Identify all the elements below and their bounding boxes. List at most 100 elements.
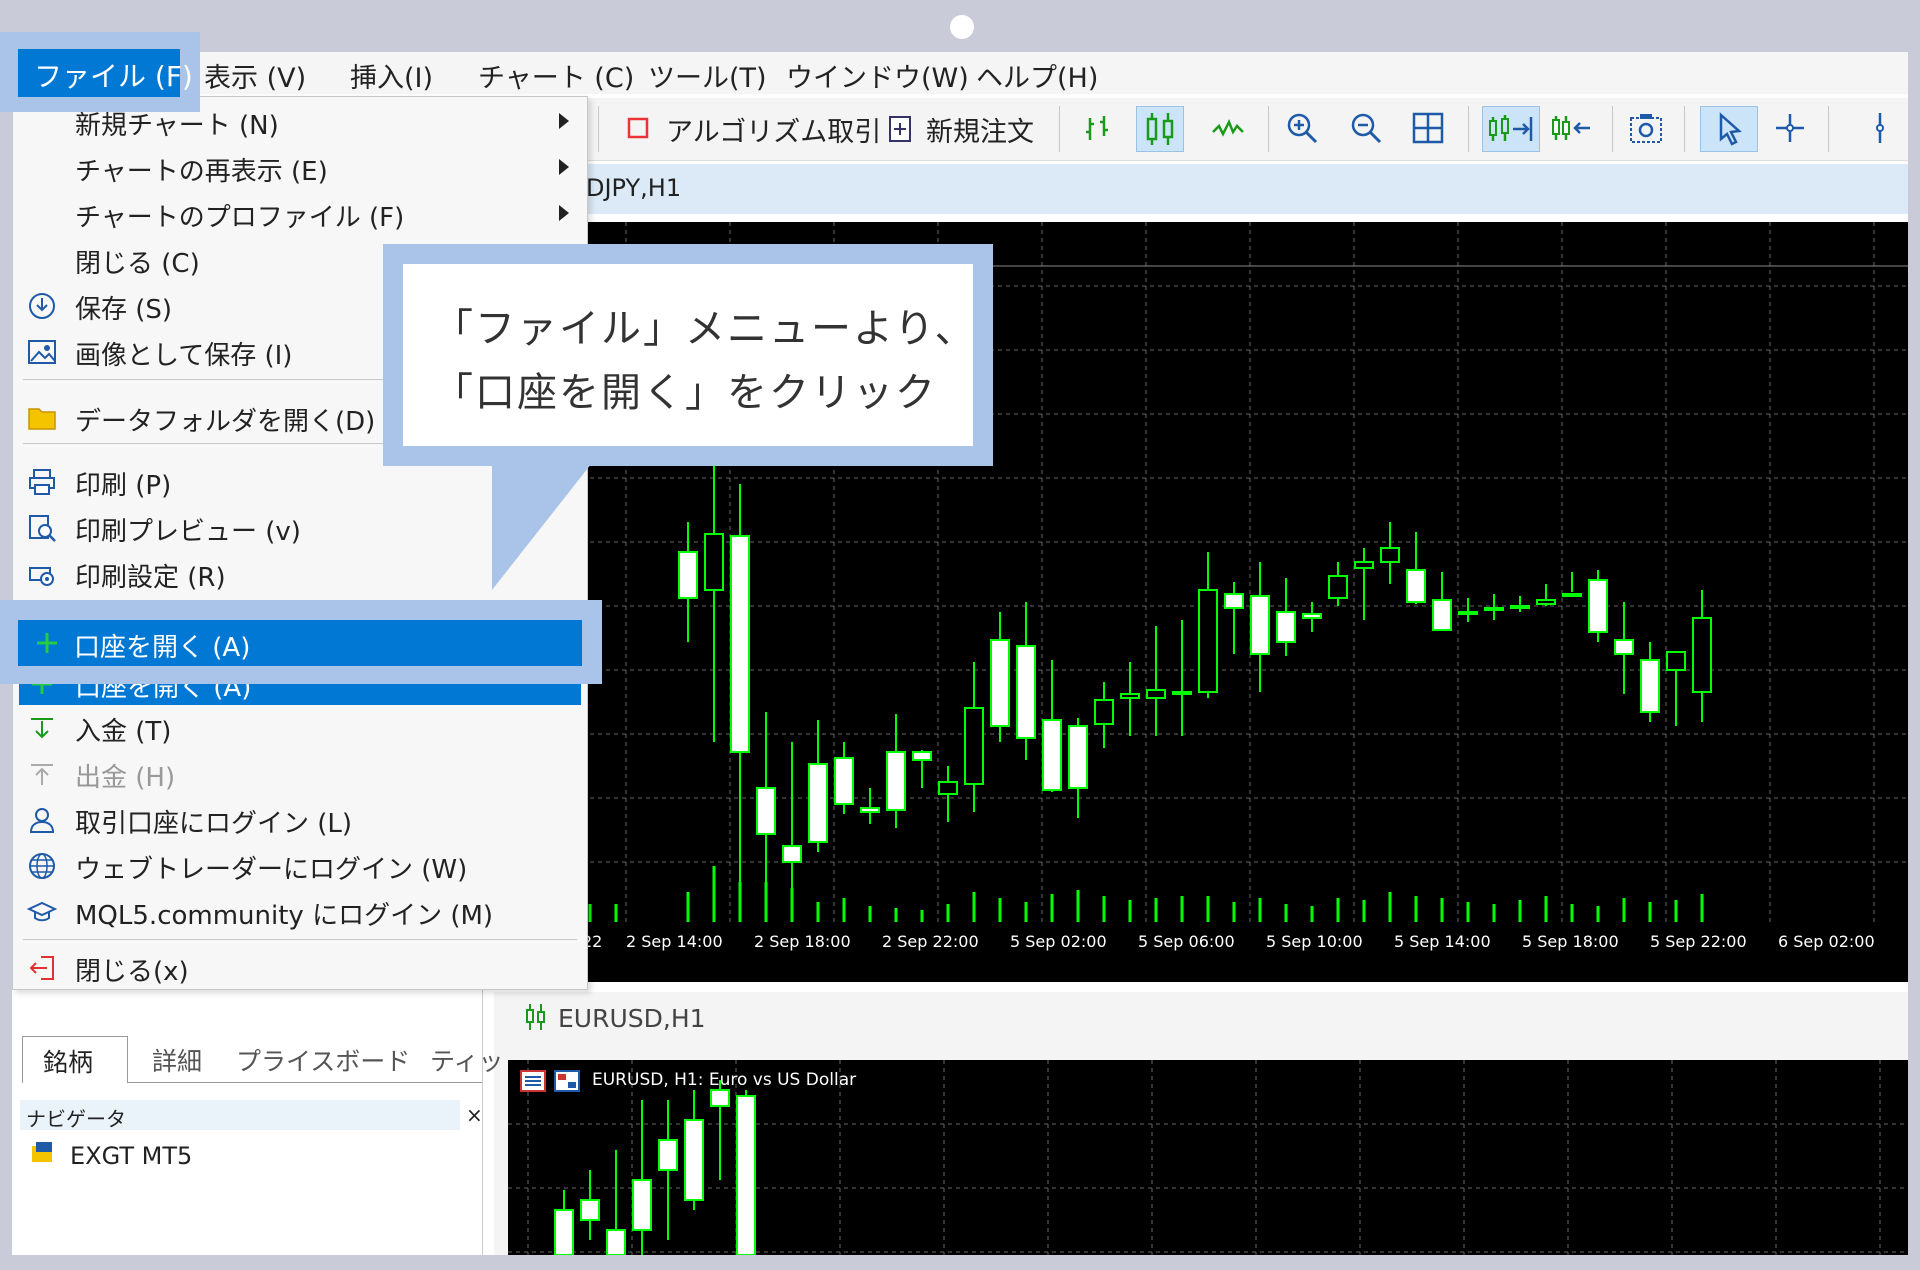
time-axis-label: 5 Sep 10:00	[1266, 932, 1363, 951]
candle-body	[554, 1209, 574, 1255]
menu-item-label: MQL5.community にログイン (M)	[75, 901, 494, 931]
tile-windows-icon[interactable]	[1410, 110, 1446, 146]
market-watch-panel: 銘柄 詳細 プライスボード ティッ ナビゲータ × EXGT MT5	[12, 972, 504, 1255]
submenu-arrow-icon	[559, 113, 569, 129]
toolbar-separator	[598, 106, 599, 152]
menu-item-refresh-chart[interactable]: チャートの再表示 (E)	[13, 145, 587, 189]
exit-icon	[29, 956, 54, 980]
tab-details[interactable]: 詳細	[152, 1042, 202, 1078]
chart-symbol-title: EURUSD,H1	[558, 1004, 706, 1033]
tab-label: 銘柄	[43, 1048, 94, 1077]
time-axis-label: 6 Sep 02:00	[1778, 932, 1875, 951]
vertical-line-icon[interactable]	[1862, 110, 1898, 146]
candle-body	[990, 639, 1010, 727]
menu-help[interactable]: ヘルプ(H)	[976, 56, 1098, 95]
zoom-in-icon[interactable]	[1284, 110, 1320, 146]
chart-symbol-title: DJPY,H1	[586, 174, 682, 202]
toolbar-separator	[1684, 106, 1685, 152]
line-chart-icon[interactable]	[1210, 110, 1246, 146]
candle-body	[782, 845, 802, 863]
menu-item-label: 印刷設定 (R)	[75, 563, 226, 593]
candle-body	[1094, 699, 1114, 725]
candle-body	[730, 535, 750, 753]
menu-item-label: 入金 (T)	[75, 717, 172, 747]
deposit-icon	[31, 718, 53, 739]
menu-window[interactable]: ウインドウ(W)	[786, 56, 969, 95]
auto-scroll-icon[interactable]	[1482, 106, 1540, 152]
time-axis-label: 5 Sep 06:00	[1138, 932, 1235, 951]
candle-body	[1016, 645, 1036, 739]
menu-item-open-account-highlight[interactable]: 口座を開く (A)	[18, 620, 582, 666]
menu-item-deposit[interactable]: 入金 (T)	[13, 705, 587, 749]
candle-body	[1562, 593, 1582, 597]
menu-item-chart-profiles[interactable]: チャートのプロファイル (F)	[13, 191, 587, 235]
candle-body	[1302, 613, 1322, 619]
menu-item-login-mql5[interactable]: MQL5.community にログイン (M)	[13, 889, 587, 933]
candle-body	[1432, 599, 1452, 631]
zoom-out-icon[interactable]	[1348, 110, 1384, 146]
cursor-icon[interactable]	[1700, 106, 1758, 152]
callout-text-line2: 「口座を開く」をクリック	[433, 370, 937, 416]
time-axis-label: 5 Sep 02:00	[1010, 932, 1107, 951]
menu-file-active[interactable]: ファイル (F)	[18, 49, 193, 97]
menu-chart[interactable]: チャート (C)	[478, 56, 634, 95]
candle-body	[1328, 575, 1348, 599]
menu-item-label: 口座を開く (A)	[74, 633, 251, 663]
candle-body	[1692, 617, 1712, 693]
broker-icon	[32, 1142, 52, 1162]
bar-chart-icon[interactable]	[1080, 110, 1116, 146]
chart-window-title[interactable]: DJPY,H1	[586, 164, 1908, 214]
menu-bar: ファイル (F) 表示 (V) 挿入(I) チャート (C) ツール(T) ウイ…	[12, 52, 1908, 94]
menu-item-label: 印刷 (P)	[75, 471, 172, 501]
navigator-root[interactable]: EXGT MT5	[70, 1142, 192, 1170]
tab-symbols[interactable]: 銘柄	[22, 1036, 128, 1083]
menu-item-label: 閉じる(x)	[75, 957, 189, 987]
callout-text-line1: 「ファイル」メニューより、	[433, 306, 977, 352]
plus-icon	[37, 633, 57, 653]
price-chart[interactable]: EURUSD, H1: Euro vs US Dollar	[508, 1060, 1908, 1255]
algo-trading-button[interactable]: アルゴリズム取引	[666, 110, 881, 149]
candle-body	[1380, 547, 1400, 563]
candlestick-icon[interactable]	[1136, 106, 1184, 152]
menu-item-label: 閉じる (C)	[75, 249, 200, 279]
menu-item-label: チャートのプロファイル (F)	[75, 203, 405, 233]
candle-body	[834, 757, 854, 805]
printer-icon	[29, 469, 55, 495]
tab-price-board[interactable]: プライスボード	[236, 1042, 410, 1078]
menu-item-login-webtrader[interactable]: ウェブトレーダーにログイン (W)	[13, 843, 587, 887]
navigator-close-button[interactable]: ×	[466, 1103, 483, 1127]
image-icon	[28, 340, 56, 364]
menu-item-label: 取引口座にログイン (L)	[75, 809, 353, 839]
menu-item-withdraw: 出金 (H)	[13, 751, 587, 795]
menu-tools[interactable]: ツール(T)	[648, 56, 767, 95]
menu-item-exit[interactable]: 閉じる(x)	[13, 945, 587, 989]
algo-trading-icon[interactable]	[626, 116, 650, 140]
candle-body	[938, 781, 958, 795]
menu-item-login-account[interactable]: 取引口座にログイン (L)	[13, 797, 587, 841]
crosshair-icon[interactable]	[1772, 110, 1808, 146]
candle-body	[1510, 605, 1530, 609]
candlestick-icon	[526, 1004, 545, 1030]
graduation-cap-icon	[27, 901, 57, 922]
quick-trading-icon[interactable]	[520, 1070, 546, 1092]
depth-of-market-icon[interactable]	[554, 1070, 580, 1092]
menu-item-label: 保存 (S)	[75, 295, 173, 325]
candle-body	[964, 707, 984, 785]
tab-ticks[interactable]: ティッ	[430, 1042, 504, 1078]
menu-item-label: 出金 (H)	[75, 763, 176, 793]
chart-shift-icon[interactable]	[1548, 110, 1596, 146]
time-axis-label: 2 Sep 18:00	[754, 932, 851, 951]
menu-insert[interactable]: 挿入(I)	[350, 56, 433, 95]
menu-view[interactable]: 表示 (V)	[204, 56, 306, 95]
submenu-arrow-icon	[559, 159, 569, 175]
time-axis-label: 2 Sep 22:00	[882, 932, 979, 951]
new-order-icon[interactable]	[886, 114, 916, 144]
camera-dot	[950, 15, 974, 39]
new-order-button[interactable]: 新規注文	[926, 110, 1034, 149]
candle-body	[606, 1229, 626, 1255]
screenshot-icon[interactable]	[1628, 110, 1664, 146]
open-account-highlight-frame: 口座を開く (A)	[0, 600, 602, 684]
candle-body	[704, 533, 724, 591]
candle-body	[808, 763, 828, 843]
chart-legend: EURUSD, H1: Euro vs US Dollar	[592, 1070, 857, 1090]
